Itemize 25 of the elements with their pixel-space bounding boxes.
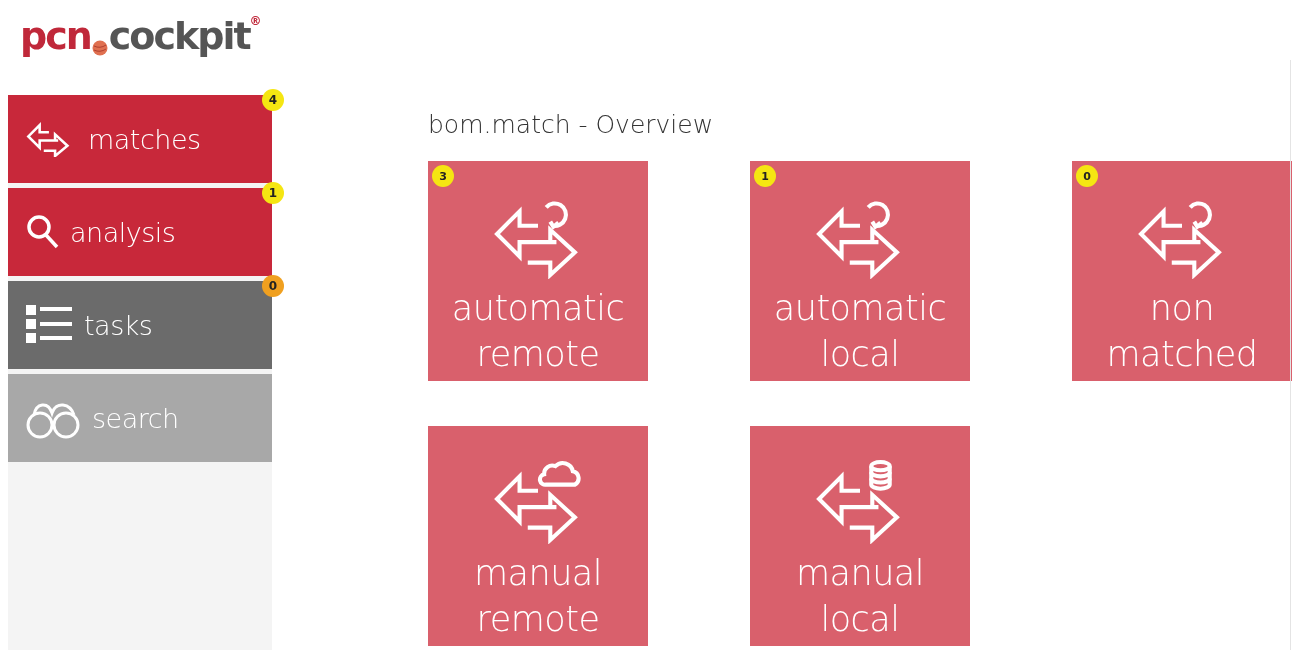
tile-label: manual remote <box>473 552 603 641</box>
sidebar-item-label: search <box>92 402 179 434</box>
list-icon <box>26 305 74 345</box>
overview-tile[interactable]: automatic local 1 <box>750 161 970 381</box>
tile-label: non matched <box>1106 287 1258 376</box>
tile-label: automatic remote <box>451 287 625 376</box>
count-badge: 0 <box>262 275 284 297</box>
count-badge: 4 <box>262 89 284 111</box>
count-badge: 0 <box>1076 165 1098 187</box>
overview-tile[interactable]: manual local <box>750 426 970 646</box>
sidebar-item-label: tasks <box>84 309 153 341</box>
overview-tile[interactable]: non matched 0 <box>1072 161 1292 381</box>
tile-label: manual local <box>795 552 925 641</box>
count-badge: 1 <box>754 165 776 187</box>
overview-tile[interactable]: automatic remote 3 <box>428 161 648 381</box>
sidebar-item-label: analysis <box>70 216 176 248</box>
ball-icon <box>91 40 108 56</box>
sidebar-item-label: matches <box>88 123 201 155</box>
search-icon <box>26 214 60 250</box>
count-badge: 1 <box>262 182 284 204</box>
logo: pcn cockpit® <box>20 14 262 58</box>
tile-label: automatic local <box>773 287 947 376</box>
page-title: bom.match - Overview <box>428 110 715 139</box>
overview-tile[interactable]: manual remote <box>428 426 648 646</box>
count-badge: 3 <box>432 165 454 187</box>
